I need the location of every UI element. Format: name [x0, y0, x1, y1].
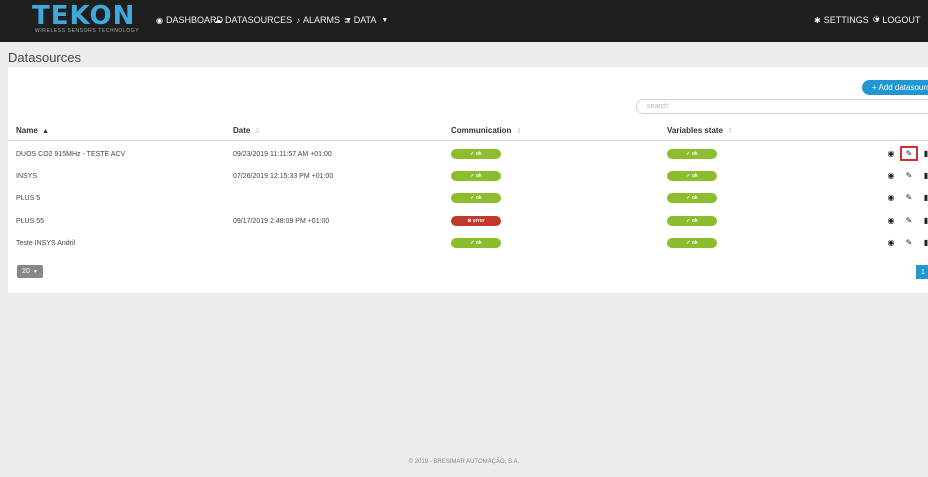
pencil-icon[interactable]: ✎ [903, 216, 915, 225]
column-header-date-label: Date [233, 126, 251, 135]
trash-icon[interactable]: ▮ [920, 238, 928, 247]
variables-status-badge: ✓ ok [667, 238, 717, 248]
variables-status-badge: ✓ ok [667, 171, 717, 181]
chevron-down-icon: ▼ [32, 268, 38, 275]
eye-icon[interactable]: ◉ [885, 216, 897, 225]
row-name: PLUS 5 [16, 195, 41, 202]
table-row[interactable]: PLUS 55 09/17/2019 2:48:09 PM +01:00 ⊗ e… [8, 210, 928, 232]
column-header-name-label: Name [16, 126, 38, 135]
column-header-name[interactable]: Name ▲ [16, 126, 49, 135]
add-datasource-button[interactable]: + Add datasource [862, 80, 928, 95]
eye-icon[interactable]: ◉ [885, 171, 897, 180]
pencil-icon[interactable]: ✎ [903, 238, 915, 247]
pencil-icon[interactable]: ✎ [903, 171, 915, 180]
dashboard-icon: ◉ [156, 15, 163, 25]
row-date: 09/23/2019 11:11:57 AM +01:00 [233, 151, 332, 158]
sort-icon: ⇕ [515, 128, 522, 135]
table-header-divider [8, 140, 928, 141]
footer-copyright: © 2019 - BRESIMAR AUTOMAÇÃO, S.A. [408, 459, 520, 465]
trash-icon[interactable]: ▮ [920, 149, 928, 158]
column-header-variables-label: Variables state [667, 126, 724, 135]
column-header-variables[interactable]: Variables state ⇕ [667, 126, 733, 135]
row-name: INSYS [16, 173, 38, 180]
communication-status-badge: ⊗ error [451, 216, 501, 226]
power-icon: ⏻ [873, 15, 880, 24]
sort-icon: ⇕ [727, 128, 734, 135]
trash-icon[interactable]: ▮ [920, 216, 928, 225]
page-size-select[interactable]: 20 ▼ [17, 265, 43, 278]
row-name: DUOS CO2 915MHz - TESTE ACV [16, 151, 126, 158]
nav-data-label: DATA [353, 15, 377, 25]
page-title: Datasources [8, 50, 81, 65]
database-icon: ≣ [344, 15, 351, 25]
chevron-down-icon: ▼ [381, 16, 389, 24]
nav-logout[interactable]: ⏻ LOGOUT [873, 15, 920, 25]
variables-status-badge: ✓ ok [667, 193, 717, 203]
row-date: 09/17/2019 2:48:09 PM +01:00 [233, 218, 330, 225]
nav-alarms-label: ALARMS [303, 15, 341, 25]
gear-icon: ✱ [814, 15, 821, 25]
nav-data[interactable]: ≣ DATA ▼ [344, 15, 388, 25]
variables-status-badge: ✓ ok [667, 216, 717, 226]
sort-asc-icon: ▲ [42, 128, 49, 135]
nav-datasources-label: DATASOURCES [225, 15, 293, 25]
top-navbar: TEKON WIRELESS SENSORS TECHNOLOGY ◉ DASH… [0, 0, 928, 42]
table-row[interactable]: INSYS 07/26/2019 12:15:33 PM +01:00 ✓ ok… [8, 165, 928, 187]
row-name: Teste INSYS Andril [16, 240, 76, 247]
pencil-icon[interactable]: ✎ [900, 146, 918, 161]
variables-status-badge: ✓ ok [667, 149, 717, 159]
eye-icon[interactable]: ◉ [885, 149, 897, 158]
row-name: PLUS 55 [16, 218, 45, 225]
sort-icon: ⇕ [254, 128, 261, 135]
nav-dashboard[interactable]: ◉ DASHBOARD [156, 15, 223, 25]
column-header-communication[interactable]: Communication ⇕ [451, 126, 522, 135]
eye-icon[interactable]: ◉ [885, 238, 897, 247]
trash-icon[interactable]: ▮ [920, 171, 928, 180]
column-header-communication-label: Communication [451, 126, 512, 135]
page-button[interactable]: 1 [916, 265, 928, 279]
nav-settings[interactable]: ✱ SETTINGS ▼ [814, 15, 881, 25]
communication-status-badge: ✓ ok [451, 149, 501, 159]
nav-logout-label: LOGOUT [882, 15, 921, 25]
logo-tagline: WIRELESS SENSORS TECHNOLOGY [35, 28, 140, 34]
table-row[interactable]: PLUS 5 ✓ ok ✓ ok ◉ ✎ ▮ [8, 187, 928, 209]
page-header: Datasources [0, 42, 928, 66]
datasources-panel: + Add datasource Name ▲ Date ⇕ Communica… [8, 67, 928, 293]
eye-icon[interactable]: ◉ [885, 193, 897, 202]
pencil-icon[interactable]: ✎ [903, 193, 915, 202]
logo-text: TEKON [32, 1, 136, 31]
row-date: 07/26/2019 12:15:33 PM +01:00 [233, 173, 334, 180]
nav-settings-label: SETTINGS [823, 15, 869, 25]
bell-icon: ♪ [296, 15, 300, 25]
trash-icon[interactable]: ▮ [920, 193, 928, 202]
nav-datasources[interactable]: ☁ DATASOURCES [214, 15, 292, 25]
logo[interactable]: TEKON WIRELESS SENSORS TECHNOLOGY [32, 1, 139, 37]
table-row[interactable]: DUOS CO2 915MHz - TESTE ACV 09/23/2019 1… [8, 143, 928, 165]
table-row[interactable]: Teste INSYS Andril ✓ ok ✓ ok ◉ ✎ ▮ [8, 232, 928, 254]
column-header-date[interactable]: Date ⇕ [233, 126, 260, 135]
communication-status-badge: ✓ ok [451, 171, 501, 181]
cloud-icon: ☁ [214, 15, 222, 25]
communication-status-badge: ✓ ok [451, 238, 501, 248]
communication-status-badge: ✓ ok [451, 193, 501, 203]
page-size-value: 20 [22, 268, 30, 275]
search-input[interactable] [636, 99, 928, 114]
